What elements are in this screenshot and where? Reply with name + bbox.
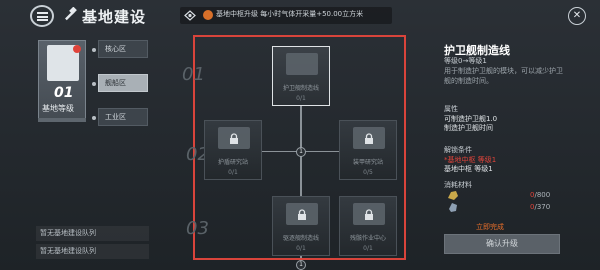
base-level-label: 基地等级 [42,104,74,113]
zone-connector [92,82,96,86]
notice-text: 基地中枢升级 每小时气体开采量+50.00立方米 [216,10,364,18]
unlock-condition: 基地中枢 等级1 [444,165,493,173]
attribute-item: 制造护卫舰时间 [444,124,493,132]
menu-icon [36,11,48,21]
node-name: 装甲研究站 [352,159,383,166]
tree-node-shield-station[interactable]: 护盾研究站 0/1 [204,120,262,180]
notice-badge [203,10,213,20]
menu-button[interactable] [30,5,54,27]
node-count: 0/1 [296,245,306,252]
detail-description: 舰的制造时间。 [444,77,493,85]
tree-node-destroyer-line[interactable]: 驱逐舰制造线 0/1 [272,196,330,256]
node-name: 护盾研究站 [217,159,248,166]
attribute-heading: 属性 [444,105,458,113]
zone-ship-button[interactable]: 舰船区 [98,74,148,92]
unlock-heading: 解锁条件 [444,146,472,154]
lock-icon [298,209,306,220]
hammer-icon [65,7,77,21]
eye-icon[interactable] [184,10,196,21]
detail-level: 等级0→等级1 [444,57,487,65]
tree-node-escort-line[interactable]: 护卫舰制造线 0/1 [272,46,330,106]
ore-icon [448,191,458,200]
tree-node-salvage-center[interactable]: 残骸作业中心 0/1 [339,196,397,256]
build-queue-slot[interactable]: 暂无基地建设队列 [36,244,149,259]
node-count: 0/1 [228,169,238,176]
resource-amount: 0/370 [530,203,550,211]
resource-amount: 0/800 [530,191,550,199]
zone-core-button[interactable]: 核心区 [98,40,148,58]
branch-badge: 1 [296,147,306,157]
base-level-number: 01 [54,85,74,101]
tier-label: 03 [186,218,209,239]
zone-connector [92,48,96,52]
node-name: 驱逐舰制造线 [282,235,319,242]
alert-badge [73,45,81,53]
crystal-icon [449,203,457,212]
detail-description: 用于制造护卫舰的模块，可以减少护卫 [444,67,563,75]
level-card-divider [38,118,86,122]
lock-icon [365,133,373,144]
module-thumbnail [286,53,318,75]
tier-label: 01 [182,64,205,85]
zone-industry-button[interactable]: 工业区 [98,108,148,126]
complete-now-link[interactable]: 立即完成 [476,222,504,232]
node-count: 0/1 [363,245,373,252]
branch-badge: 1 [296,260,306,270]
lock-icon [365,209,373,220]
zone-connector [92,116,96,120]
node-name: 护卫舰制造线 [282,85,319,92]
resource-required: /370 [534,203,551,211]
node-count: 0/5 [363,169,373,176]
tree-node-armor-station[interactable]: 装甲研究站 0/5 [339,120,397,180]
cost-heading: 消耗材料 [444,181,472,189]
confirm-upgrade-button[interactable]: 确认升级 [444,234,560,254]
page-title: 基地建设 [82,8,147,26]
close-button[interactable]: ✕ [568,7,586,25]
close-icon: ✕ [572,10,582,21]
node-name: 残骸作业中心 [349,235,386,242]
node-count: 0/1 [296,95,306,102]
build-queue-slot[interactable]: 暂无基地建设队列 [36,226,149,241]
resource-required: /800 [534,191,551,199]
lock-icon [230,133,238,144]
